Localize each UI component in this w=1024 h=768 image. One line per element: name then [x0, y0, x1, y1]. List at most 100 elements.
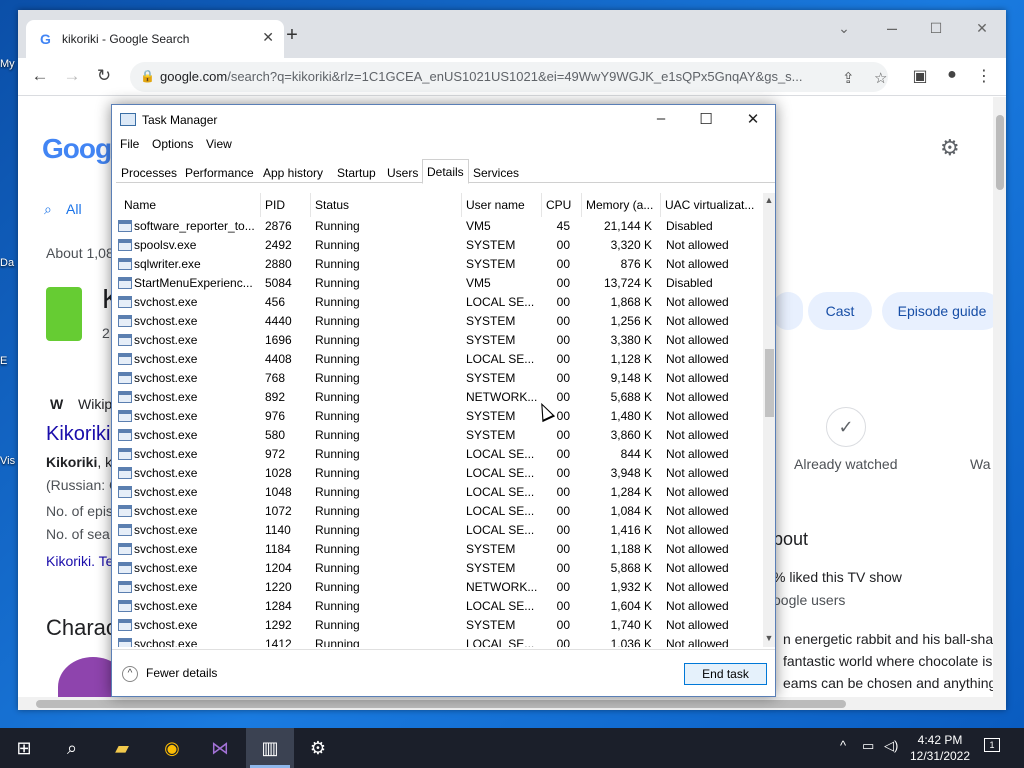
tab-processes[interactable]: Processes	[116, 162, 182, 183]
system-clock[interactable]: 4:42 PM 12/31/2022	[900, 732, 980, 764]
table-row[interactable]: svchost.exe 1292 Running SYSTEM 00 1,740 K Not…	[116, 616, 761, 635]
search-icon[interactable]: ⌕	[58, 736, 86, 760]
scroll-down-icon[interactable]: ▼	[763, 633, 775, 643]
tab-startup[interactable]: Startup	[332, 162, 381, 183]
maximize-icon[interactable]: ☐	[691, 110, 721, 128]
file-explorer-icon[interactable]: ▰	[108, 736, 136, 760]
table-row[interactable]: svchost.exe 1184 Running SYSTEM 00 1,188 K Not…	[116, 540, 761, 559]
desktop-icon-label[interactable]: Vis	[0, 455, 15, 467]
end-task-button[interactable]: End task	[684, 663, 767, 685]
chip-episode-guide[interactable]: Episode guide	[882, 292, 993, 330]
table-row[interactable]: svchost.exe 1048 Running LOCAL SE... 00 1,284…	[116, 483, 761, 502]
table-row[interactable]: svchost.exe 1696 Running SYSTEM 00 3,380 K Not…	[116, 331, 761, 350]
col-status[interactable]: Status	[311, 193, 462, 217]
table-row[interactable]: svchost.exe 1220 Running NETWORK... 00 1,932 …	[116, 578, 761, 597]
show-hidden-icons-icon[interactable]: ^	[840, 738, 846, 753]
fewer-details-button[interactable]: ^ Fewer details	[122, 666, 217, 682]
table-row[interactable]: svchost.exe 1028 Running LOCAL SE... 00 3,948…	[116, 464, 761, 483]
table-scrollbar[interactable]: ▲ ▼	[763, 193, 775, 647]
visual-studio-icon[interactable]: ⋈	[206, 736, 234, 760]
col-pid[interactable]: PID	[261, 193, 311, 217]
tab-services[interactable]: Services	[468, 162, 524, 183]
close-icon[interactable]: ✕	[738, 110, 768, 128]
tab-performance[interactable]: Performance	[180, 162, 259, 183]
chrome-icon[interactable]: ◉	[158, 736, 186, 760]
menu-file[interactable]: File	[120, 137, 139, 151]
col-uac[interactable]: UAC virtualizat...	[661, 193, 761, 217]
table-row[interactable]: svchost.exe 768 Running SYSTEM 00 9,148 K Not …	[116, 369, 761, 388]
col-memory[interactable]: Memory (a...	[582, 193, 661, 217]
wiki-link[interactable]: Kikoriki	[46, 423, 110, 446]
profile-avatar-icon[interactable]: ●	[942, 66, 962, 84]
table-row[interactable]: svchost.exe 976 Running SYSTEM 00 1,480 K Not …	[116, 407, 761, 426]
table-row[interactable]: spoolsv.exe 2492 Running SYSTEM 00 3,320 K Not…	[116, 236, 761, 255]
bookmark-star-icon[interactable]: ☆	[874, 69, 887, 87]
network-icon[interactable]: ▭	[862, 738, 874, 754]
desktop-icon-label[interactable]: Da	[0, 257, 14, 269]
process-memory: 9,148 K	[610, 371, 652, 385]
result-thumbnail[interactable]	[46, 287, 82, 341]
task-manager-taskbar-icon[interactable]: ▥	[256, 736, 284, 760]
table-row[interactable]: svchost.exe 892 Running NETWORK... 00 5,688 K…	[116, 388, 761, 407]
table-row[interactable]: svchost.exe 1412 Running LOCAL SE... 00 1,036…	[116, 635, 761, 647]
chip-partial[interactable]	[773, 292, 803, 330]
settings-gear-icon[interactable]: ⚙	[940, 135, 960, 161]
lock-icon[interactable]: 🔒	[140, 69, 155, 83]
desktop-icon-label[interactable]: My	[0, 58, 15, 70]
tab-search-icon[interactable]: ⌄	[834, 20, 854, 37]
search-icon[interactable]: ⌕	[44, 201, 52, 218]
forward-icon[interactable]: →	[62, 66, 82, 86]
already-watched[interactable]: Already watched	[794, 456, 898, 472]
tab-close-icon[interactable]: ✕	[262, 29, 274, 46]
share-icon[interactable]: ⇪	[842, 69, 855, 87]
col-name[interactable]: Name	[116, 193, 261, 217]
side-panel-icon[interactable]: ▣	[910, 66, 930, 86]
tab-app-history[interactable]: App history	[258, 162, 328, 183]
scroll-thumb[interactable]	[36, 700, 846, 708]
minimize-icon[interactable]: –	[646, 110, 676, 127]
windows-start-icon[interactable]: ⊞	[10, 736, 38, 760]
minimize-icon[interactable]: –	[882, 18, 902, 39]
maximize-icon[interactable]: ☐	[926, 20, 946, 37]
table-row[interactable]: svchost.exe 972 Running LOCAL SE... 00 844 K N…	[116, 445, 761, 464]
menu-view[interactable]: View	[206, 137, 232, 151]
new-tab-icon[interactable]: +	[280, 24, 304, 47]
tab-details[interactable]: Details	[422, 159, 469, 184]
table-row[interactable]: StartMenuExperienc... 5084 Running VM5 00 13,…	[116, 274, 761, 293]
kikoriki-link[interactable]: Kikoriki. Te	[46, 553, 113, 569]
page-vertical-scrollbar[interactable]	[993, 97, 1006, 697]
table-row[interactable]: svchost.exe 4408 Running LOCAL SE... 00 1,128…	[116, 350, 761, 369]
table-row[interactable]: svchost.exe 1284 Running LOCAL SE... 00 1,604…	[116, 597, 761, 616]
table-row[interactable]: svchost.exe 1204 Running SYSTEM 00 5,868 K Not…	[116, 559, 761, 578]
chip-cast[interactable]: Cast	[808, 292, 872, 330]
page-horizontal-scrollbar[interactable]	[18, 697, 1006, 710]
table-row[interactable]: svchost.exe 580 Running SYSTEM 00 3,860 K Not …	[116, 426, 761, 445]
address-bar[interactable]: 🔒 google.com/search?q=kikoriki&rlz=1C1GC…	[130, 62, 888, 92]
scroll-thumb[interactable]	[996, 115, 1004, 190]
menu-options[interactable]: Options	[152, 137, 193, 151]
scroll-up-icon[interactable]: ▲	[763, 195, 775, 205]
col-user-name[interactable]: User name	[462, 193, 542, 217]
browser-tab[interactable]: G kikoriki - Google Search ✕	[26, 20, 284, 58]
close-window-icon[interactable]: ✕	[972, 20, 992, 37]
scroll-thumb[interactable]	[765, 349, 774, 417]
table-row[interactable]: sqlwriter.exe 2880 Running SYSTEM 00 876 K Not…	[116, 255, 761, 274]
volume-icon[interactable]: ◁)	[884, 738, 898, 754]
tab-all[interactable]: All	[66, 201, 82, 217]
tab-users[interactable]: Users	[382, 162, 423, 183]
col-cpu[interactable]: CPU	[542, 193, 582, 217]
chrome-menu-icon[interactable]: ⋮	[974, 66, 994, 86]
task-manager-titlebar[interactable]: Task Manager – ☐ ✕	[112, 105, 775, 135]
table-row[interactable]: software_reporter_to... 2876 Running VM5 45 2…	[116, 217, 761, 236]
table-row[interactable]: svchost.exe 1140 Running LOCAL SE... 00 1,416…	[116, 521, 761, 540]
want-to-watch-partial[interactable]: Wa	[970, 456, 990, 472]
table-row[interactable]: svchost.exe 4440 Running SYSTEM 00 1,256 K Not…	[116, 312, 761, 331]
back-icon[interactable]: ←	[30, 66, 50, 86]
desktop-icon-label[interactable]: E	[0, 355, 7, 367]
table-row[interactable]: svchost.exe 456 Running LOCAL SE... 00 1,868 …	[116, 293, 761, 312]
table-row[interactable]: svchost.exe 1072 Running LOCAL SE... 00 1,084…	[116, 502, 761, 521]
notification-center-icon[interactable]: 1	[984, 738, 1000, 752]
reload-icon[interactable]: ↻	[94, 66, 114, 86]
settings-gear-icon[interactable]: ⚙	[304, 736, 332, 760]
checkmark-icon[interactable]: ✓	[826, 407, 866, 447]
